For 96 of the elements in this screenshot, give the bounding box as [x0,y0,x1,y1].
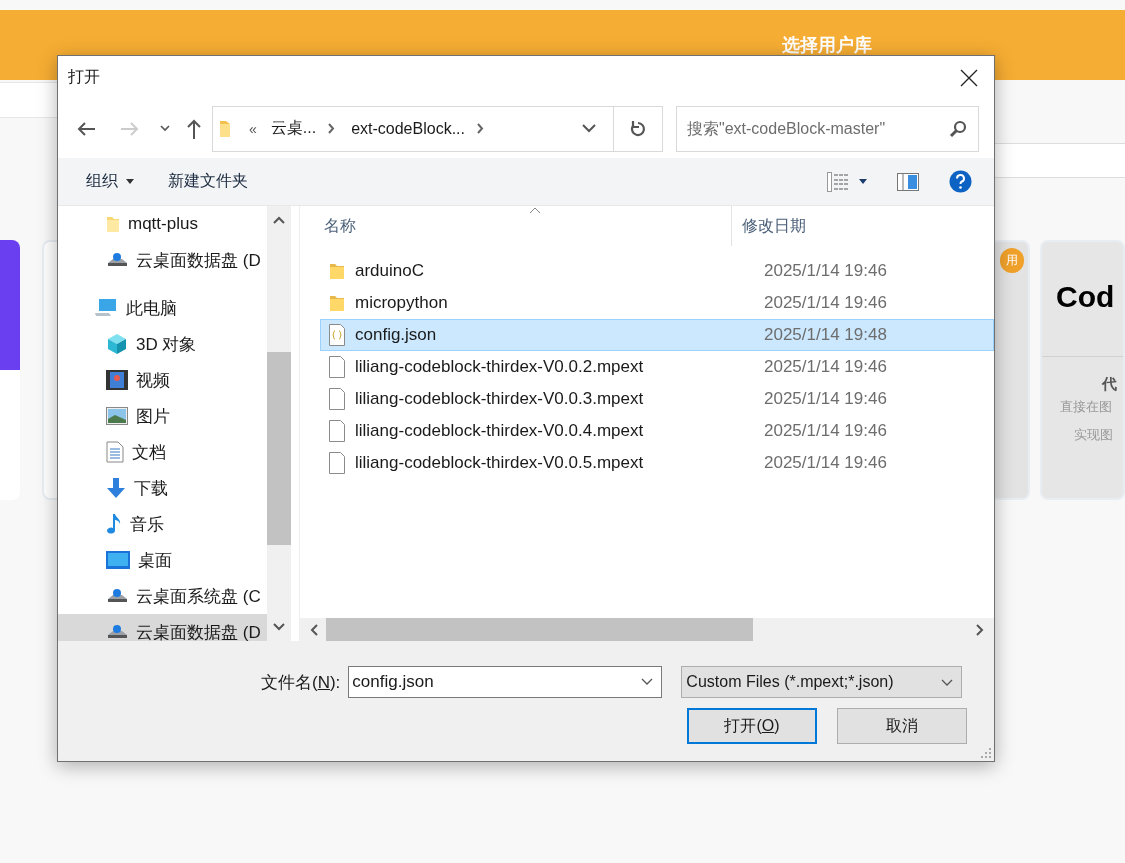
card-logo: Cod [1055,279,1116,315]
page-title: 选择用户库 [782,34,872,57]
file-date: 2025/1/14 19:46 [764,453,887,473]
drive-icon [106,623,128,641]
card-description: 实现图 [1073,426,1114,444]
organize-menu[interactable]: 组织 [76,165,144,198]
file-icon [329,356,345,378]
chevron-down-icon [582,124,596,133]
file-date: 2025/1/14 19:46 [764,389,887,409]
cube-icon [106,333,128,355]
dialog-title: 打开 [68,67,100,87]
navigation-item[interactable]: 3D 对象 [58,326,267,362]
preview-pane-icon[interactable] [897,172,919,191]
breadcrumb-item[interactable]: 云桌... [270,118,317,139]
navigation-item[interactable]: 云桌面数据盘 (D [58,242,267,278]
chevron-down-icon [941,678,954,686]
help-icon[interactable] [949,170,972,193]
folder-icon [329,262,345,280]
open-button[interactable]: 打开(O) [687,708,817,744]
navigation-item[interactable]: 图片 [58,398,267,434]
navigation-item[interactable]: 视频 [58,362,267,398]
library-card[interactable]: Cod 代 直接在图 实现图 [1040,240,1125,500]
navigation-item[interactable]: mqtt-plus [58,206,267,242]
file-name: liliang-codeblock-thirdex-V0.0.5.mpext [355,453,645,473]
drive-icon [106,587,128,605]
scroll-thumb[interactable] [326,618,753,641]
file-name-label: 文件名(N): [261,671,341,694]
file-name: liliang-codeblock-thirdex-V0.0.3.mpext [355,389,645,409]
resize-grip-icon[interactable] [981,748,991,758]
scrollbar[interactable] [267,206,291,641]
navigation-item[interactable]: 桌面 [58,542,267,578]
file-name: liliang-codeblock-thirdex-V0.0.2.mpext [355,357,645,377]
file-name: micropython [355,293,449,313]
cancel-button[interactable]: 取消 [837,708,967,744]
chevron-down-icon [641,678,654,685]
file-type-dropdown[interactable]: Custom Files (*.mpext;*.json) [681,666,963,698]
new-folder-button[interactable]: 新建文件夹 [158,165,258,198]
navigation-item[interactable]: 此电脑 [58,290,267,326]
file-date: 2025/1/14 19:46 [764,357,887,377]
file-name-field[interactable]: config.json [348,666,663,698]
image-icon [106,407,128,425]
scroll-right-icon[interactable] [976,623,984,636]
film-icon [106,370,128,390]
computer-icon [94,298,118,318]
file-name: liliang-codeblock-thirdex-V0.0.4.mpext [355,421,645,441]
navigation-item[interactable]: 云桌面系统盘 (C [58,578,267,614]
scroll-up-icon[interactable] [273,216,285,224]
sort-caret-icon [529,207,541,214]
caret-icon [126,179,134,184]
refresh-icon [629,119,647,138]
file-icon [329,388,345,410]
close-icon[interactable] [960,68,978,87]
file-date: 2025/1/14 19:46 [764,261,887,281]
chevron-down-icon[interactable] [160,125,170,132]
file-date: 2025/1/14 19:46 [764,421,887,441]
folder-icon [219,119,231,138]
file-row[interactable]: config.json 2025/1/14 19:48 [320,319,994,351]
json-file-icon [329,324,345,346]
document-icon [106,441,124,463]
scroll-left-icon[interactable] [310,623,318,636]
scrollbar[interactable] [300,618,994,641]
music-note-icon [106,513,122,535]
file-name: config.json [355,325,438,345]
file-icon [329,452,345,474]
navigation-item[interactable]: 文档 [58,434,267,470]
card-description: 直接在图 [1059,398,1113,416]
chevron-right-icon[interactable] [476,123,484,134]
desktop-icon [106,551,130,569]
up-arrow-icon[interactable] [186,118,202,139]
navigation-item[interactable]: 云桌面数据盘 (D [58,614,267,641]
folder-icon [329,294,345,312]
file-icon [329,420,345,442]
file-date: 2025/1/14 19:46 [764,293,887,313]
card-title: 代 [1101,375,1118,394]
scroll-thumb[interactable] [267,352,291,545]
column-header[interactable]: 修改日期 [732,206,932,246]
card-badge: 用 [1000,248,1024,273]
breadcrumb-item[interactable]: ext-codeBlock... [351,119,465,138]
address-bar[interactable]: « 云桌... ext-codeBlock... [212,105,663,152]
search-field[interactable]: 搜索"ext-codeBlock-master" [676,105,979,152]
column-header[interactable]: 名称 [300,206,732,246]
file-name: arduinoC [355,261,425,281]
view-list-icon[interactable] [827,171,849,192]
library-card[interactable] [0,240,20,500]
search-icon [949,119,967,138]
download-icon [106,477,126,499]
chevron-right-icon[interactable] [328,123,336,134]
overflow-marker[interactable]: « [249,120,257,137]
drive-icon [106,251,128,269]
caret-icon[interactable] [859,179,867,184]
navigation-item[interactable]: 音乐 [58,506,267,542]
back-arrow-icon[interactable] [76,120,96,137]
scroll-down-icon[interactable] [273,623,285,631]
file-date: 2025/1/14 19:48 [764,325,887,345]
folder-icon [106,215,120,233]
navigation-item[interactable]: 下载 [58,470,267,506]
